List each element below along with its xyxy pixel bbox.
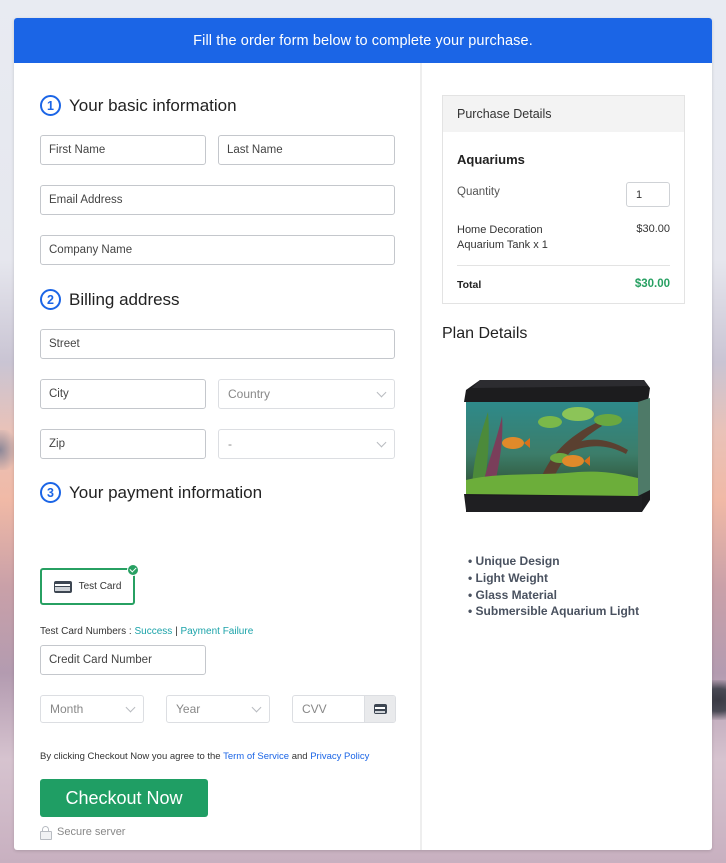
credit-card-icon — [53, 580, 72, 593]
chevron-down-icon — [376, 387, 387, 397]
cvv-card-icon-box — [364, 696, 395, 722]
purchase-details-panel: Purchase Details Aquariums Quantity 1 Ho… — [442, 95, 685, 304]
cvv-input[interactable]: CVV — [292, 695, 396, 723]
quantity-input[interactable]: 1 — [626, 182, 670, 207]
state-select-value: - — [228, 437, 232, 451]
feature-item: Light Weight — [468, 570, 639, 587]
feature-item: Submersible Aquarium Light — [468, 603, 640, 620]
terms-of-service-link[interactable]: Term of Service — [223, 751, 289, 762]
agreement-prefix: By clicking Checkout Now you agree to th… — [40, 751, 221, 762]
section-title: Billing address — [69, 289, 180, 309]
chevron-down-icon — [376, 437, 387, 447]
secure-server-note: Secure server — [40, 826, 126, 840]
total-value: $30.00 — [634, 278, 670, 290]
month-select-value: Month — [50, 702, 84, 716]
feature-item: Glass Material — [468, 587, 639, 604]
plan-features-list: Unique Design Light Weight Glass Materia… — [468, 553, 640, 620]
city-input[interactable]: City — [40, 379, 206, 409]
country-select-value: Country — [228, 387, 271, 401]
country-select[interactable]: Country — [218, 379, 395, 409]
step-number-icon: 3 — [40, 482, 61, 503]
year-select[interactable]: Year — [166, 695, 270, 723]
state-select[interactable]: - — [218, 429, 395, 459]
last-name-input[interactable]: Last Name — [218, 135, 395, 165]
summary-column: Purchase Details Aquariums Quantity 1 Ho… — [422, 63, 712, 850]
order-form-card: Fill the order form below to complete yo… — [14, 18, 712, 850]
section-basic-information: 1 Your basic information — [40, 95, 237, 116]
test-card-numbers: Test Card Numbers : Success | Payment Fa… — [40, 626, 253, 637]
payment-failure-link[interactable]: Payment Failure — [180, 626, 253, 637]
company-name-input[interactable]: Company Name — [40, 235, 395, 265]
cvv-placeholder: CVV — [302, 702, 327, 716]
separator: | — [175, 626, 178, 637]
plan-details-title: Plan Details — [442, 325, 528, 342]
lock-icon — [40, 826, 52, 840]
street-input[interactable]: Street — [40, 329, 395, 359]
privacy-policy-link[interactable]: Privacy Policy — [310, 751, 369, 762]
total-label: Total — [457, 279, 482, 291]
aquarium-product-image — [464, 380, 650, 512]
feature-item: Unique Design — [468, 553, 639, 570]
order-form-banner: Fill the order form below to complete yo… — [14, 18, 712, 63]
agreement-and: and — [291, 751, 308, 762]
checkmark-icon — [127, 564, 139, 576]
credit-card-number-input[interactable]: Credit Card Number — [40, 645, 206, 675]
chevron-down-icon — [251, 702, 262, 712]
chevron-down-icon — [125, 702, 136, 712]
month-select[interactable]: Month — [40, 695, 144, 723]
purchase-details-header: Purchase Details — [443, 96, 684, 132]
secure-server-label: Secure server — [57, 826, 126, 838]
section-billing-address: 2 Billing address — [40, 289, 180, 310]
order-form-column: 1 Your basic information First Name Last… — [14, 63, 422, 850]
section-title: Your basic information — [69, 95, 237, 115]
line-item-name: Home Decoration — [457, 224, 543, 236]
zip-input[interactable]: Zip — [40, 429, 206, 459]
checkout-now-button[interactable]: Checkout Now — [40, 779, 208, 817]
agreement-text: By clicking Checkout Now you agree to th… — [40, 751, 369, 762]
first-name-input[interactable]: First Name — [40, 135, 206, 165]
line-item-description: Home Decoration Aquarium Tank x 1 — [457, 223, 587, 253]
line-item-detail: Aquarium Tank x 1 — [457, 239, 548, 251]
quantity-label: Quantity — [457, 186, 500, 198]
year-select-value: Year — [176, 702, 201, 716]
email-input[interactable]: Email Address — [40, 185, 395, 215]
step-number-icon: 2 — [40, 289, 61, 310]
section-payment-information: 3 Your payment information — [40, 482, 262, 503]
test-card-payment-option[interactable]: Test Card — [40, 564, 139, 605]
credit-card-icon — [373, 704, 387, 714]
success-link[interactable]: Success — [134, 626, 172, 637]
step-number-icon: 1 — [40, 95, 61, 116]
line-item-price: $30.00 — [636, 223, 670, 235]
section-title: Your payment information — [69, 482, 263, 502]
payment-method-label: Test Card — [78, 581, 122, 592]
test-card-numbers-label: Test Card Numbers : — [40, 626, 132, 637]
divider — [457, 265, 670, 266]
product-name: Aquariums — [457, 152, 525, 167]
